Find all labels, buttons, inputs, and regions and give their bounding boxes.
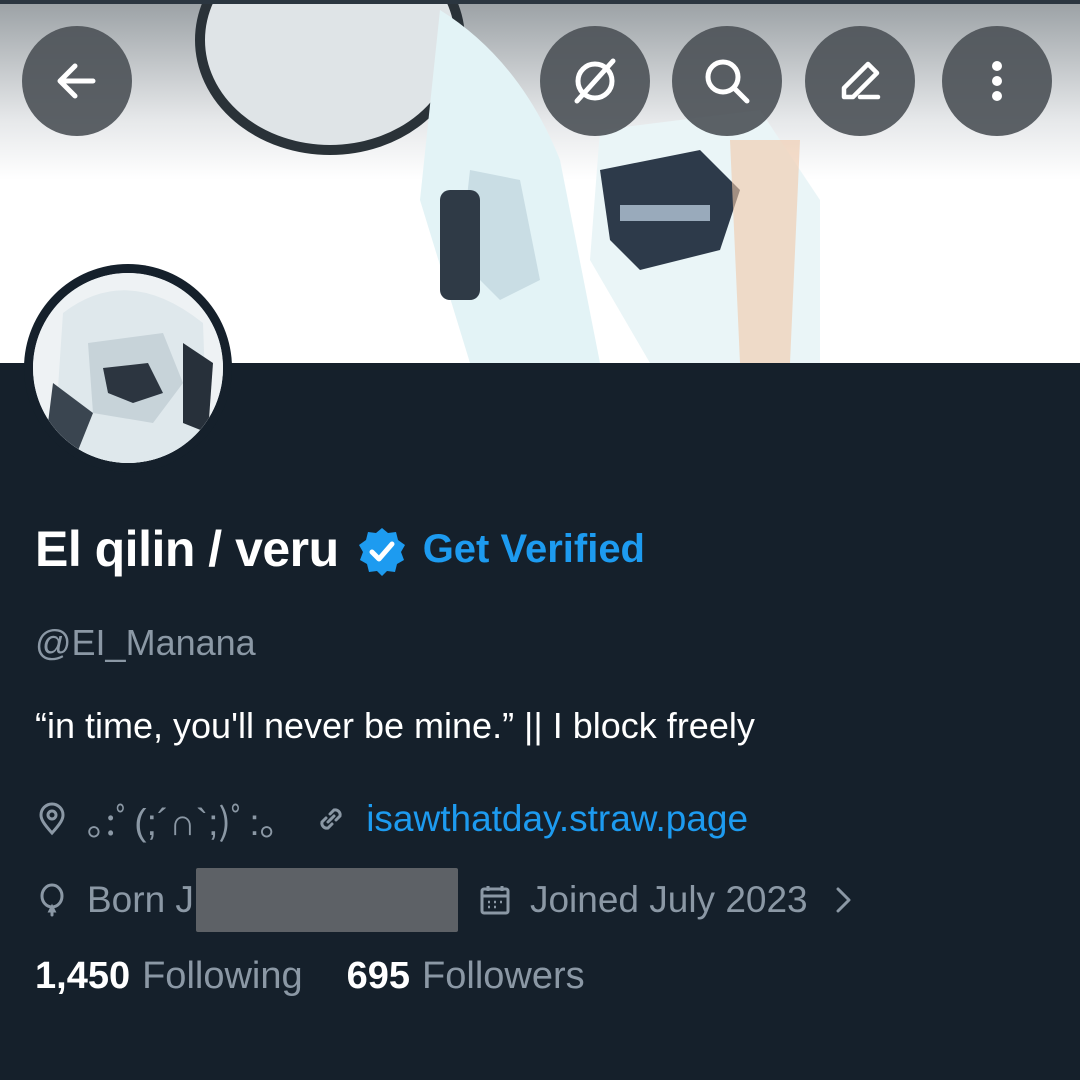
link-icon (320, 808, 342, 830)
display-name: El qilin / veru (35, 521, 339, 577)
following-label: Following (142, 955, 303, 997)
edit-button[interactable] (805, 26, 915, 136)
following-count: 1,450 (35, 955, 131, 997)
verified-badge-icon[interactable] (357, 526, 407, 576)
joined-date: Joined July 2023 (529, 879, 808, 920)
arrow-left-icon (57, 63, 96, 99)
avatar (33, 273, 223, 463)
avatar-container[interactable] (24, 264, 232, 472)
balloon-icon (40, 883, 64, 917)
followers-label: Followers (422, 955, 585, 997)
search-button[interactable] (672, 26, 782, 136)
chevron-right-icon[interactable] (830, 883, 856, 917)
grok-icon (574, 58, 616, 104)
grok-button[interactable] (540, 26, 650, 136)
back-button[interactable] (22, 26, 132, 136)
followers-stat[interactable]: 695 Followers (347, 955, 585, 998)
location-text: ｡:ﾟ(;´∩`;)ﾟ:｡ (87, 802, 279, 843)
user-handle: @EI_Manana (35, 622, 256, 663)
website-link[interactable]: isawthatday.straw.page (366, 798, 748, 840)
edit-icon (841, 61, 881, 100)
redaction-box (195, 868, 458, 932)
calendar-icon (480, 886, 510, 915)
get-verified-link[interactable]: Get Verified (423, 527, 645, 572)
top-divider (0, 0, 1080, 4)
location-pin-icon (39, 802, 65, 836)
followers-count: 695 (346, 955, 411, 997)
birthday-text: Born J (87, 879, 194, 920)
following-stat[interactable]: 1,450 Following (35, 955, 303, 998)
user-bio: “in time, you'll never be mine.” || I bl… (35, 705, 755, 746)
search-icon (705, 59, 750, 104)
more-vertical-icon (992, 61, 1002, 101)
more-button[interactable] (942, 26, 1052, 136)
